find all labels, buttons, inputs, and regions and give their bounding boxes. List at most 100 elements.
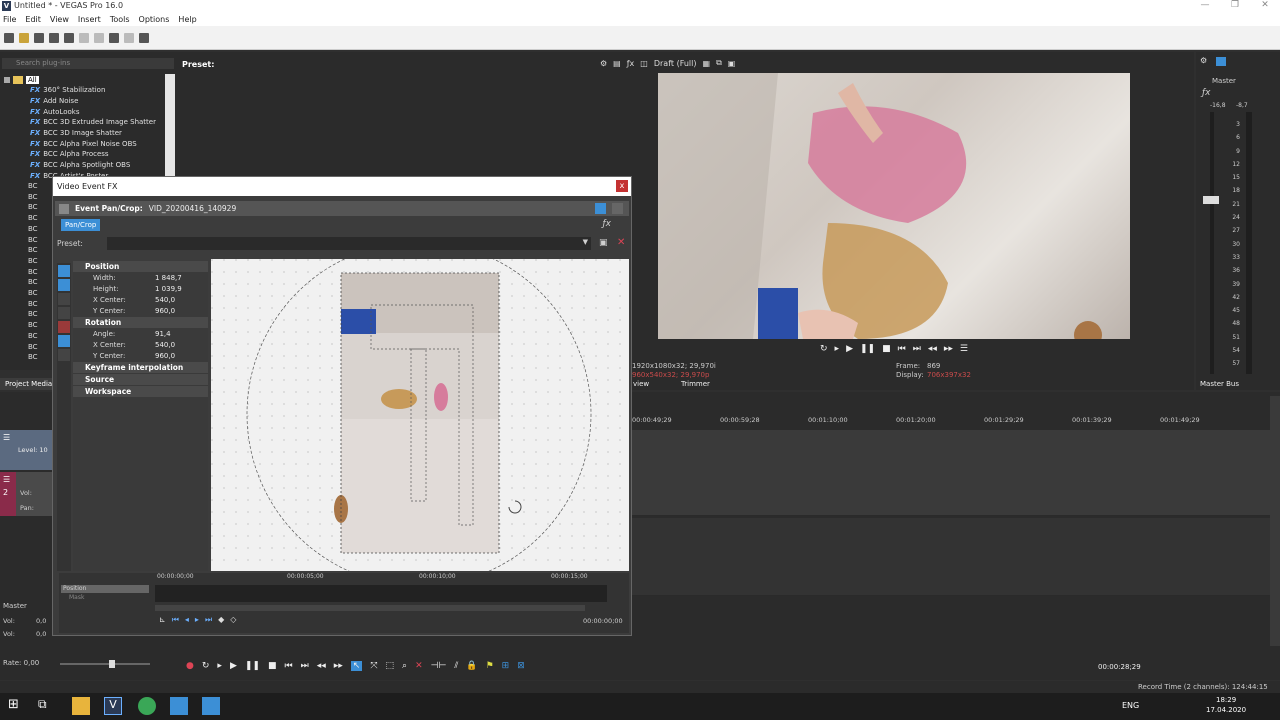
language-indicator[interactable]: ENG	[1122, 701, 1139, 710]
video-track-header[interactable]: Level: 10 ☰	[0, 430, 52, 470]
overlays-icon[interactable]: ▦	[703, 59, 711, 68]
redo-icon[interactable]	[124, 32, 134, 43]
prev-frame-icon[interactable]: ◂◂	[928, 344, 937, 354]
kf-hscrollbar[interactable]	[155, 605, 585, 611]
menu-help[interactable]: Help	[178, 15, 196, 24]
selection-tool-icon[interactable]: ⬚	[386, 661, 395, 671]
zoom-tool-icon[interactable]: ⌕	[402, 661, 407, 671]
grid-view-icon[interactable]	[612, 203, 623, 214]
go-start-icon[interactable]: ⏮	[898, 344, 906, 354]
stop-icon[interactable]: ■	[268, 661, 277, 671]
auto-ripple-icon[interactable]: ⊠	[517, 661, 525, 671]
menu-view[interactable]: View	[50, 15, 69, 24]
tab-project-media[interactable]: Project Media	[0, 378, 56, 390]
loop-icon[interactable]: ↻	[820, 344, 828, 354]
rate-slider[interactable]	[60, 663, 150, 665]
delete-icon[interactable]: ✕	[415, 661, 423, 671]
pancrop-workspace[interactable]	[211, 259, 629, 571]
go-start-icon[interactable]: ⏮	[284, 661, 292, 671]
copy-icon[interactable]	[94, 32, 104, 43]
menu-icon[interactable]: ☰	[960, 344, 968, 354]
app-icon-2[interactable]	[202, 697, 220, 715]
menu-options[interactable]: Options	[139, 15, 170, 24]
prop-row-width[interactable]: Width: 1 848,7	[73, 273, 208, 284]
go-end-icon[interactable]: ⏭	[301, 661, 309, 671]
close-button[interactable]: ✕	[1250, 0, 1280, 10]
next-keyframe-icon[interactable]: ▸	[195, 615, 199, 625]
minimize-button[interactable]: —	[1190, 0, 1220, 10]
save-snapshot-icon[interactable]: ▣	[728, 59, 736, 68]
master-fx-icon[interactable]: ƒx	[1202, 88, 1211, 98]
magnet-snap-icon[interactable]	[58, 307, 70, 319]
dialog-close-button[interactable]: x	[616, 180, 628, 192]
timeline-vscrollbar[interactable]	[1270, 396, 1280, 646]
add-fx-icon[interactable]: ƒx	[603, 219, 612, 229]
section-workspace[interactable]: Workspace	[73, 386, 208, 397]
sync-cursor-icon[interactable]: ⊾	[159, 615, 166, 625]
play-icon[interactable]: ▶	[846, 344, 853, 354]
delete-preset-icon[interactable]: ✕	[617, 237, 625, 248]
delete-keyframe-icon[interactable]: ◇	[230, 615, 236, 625]
master-props-icon[interactable]	[1216, 57, 1226, 66]
loop-playback-icon[interactable]: ↻	[202, 661, 210, 671]
prop-row-y-center[interactable]: Y Center: 960,0	[73, 306, 208, 317]
rate-slider-handle[interactable]	[109, 660, 115, 668]
maximize-button[interactable]: ❐	[1220, 0, 1250, 10]
go-end-icon[interactable]: ⏭	[913, 344, 921, 354]
audio-track-menu-icon[interactable]: ☰	[3, 475, 10, 484]
last-keyframe-icon[interactable]: ⏭	[205, 615, 212, 625]
audio-track-header[interactable]: 2 ☰ Vol: Pan:	[0, 472, 52, 516]
lock-icon[interactable]: 🔒	[466, 661, 477, 671]
kf-track-mask[interactable]: Mask	[61, 594, 149, 602]
chrome-icon[interactable]	[138, 697, 156, 715]
preview-settings-icon[interactable]: ⚙	[600, 59, 607, 68]
list-item[interactable]: FX BCC 3D Extruded Image Shatter	[0, 117, 170, 128]
save-preset-icon[interactable]: ▣	[599, 238, 608, 248]
tree-expand-icon[interactable]	[4, 76, 10, 83]
play-from-start-icon[interactable]: ▸	[217, 661, 222, 671]
tab-master-bus[interactable]: Master Bus	[1200, 380, 1239, 388]
keyframe-lanes[interactable]	[155, 585, 607, 602]
prev-frame-icon[interactable]: ◂◂	[317, 661, 326, 671]
kf-track-position[interactable]: Position	[61, 585, 149, 593]
task-view-icon[interactable]: ⧉	[38, 697, 56, 715]
save-as-icon[interactable]	[49, 32, 59, 43]
normal-edit-tool-icon[interactable]: ↖	[350, 661, 363, 671]
split-icon[interactable]: ⫽	[454, 661, 458, 671]
play-icon[interactable]: ▶	[230, 661, 237, 671]
vegas-taskbar-icon[interactable]: V	[104, 697, 122, 715]
lock-aspect-icon[interactable]	[58, 321, 70, 333]
preset-select[interactable]: ▼	[107, 237, 591, 250]
app-icon-1[interactable]	[170, 697, 188, 715]
list-item[interactable]: FX Add Noise	[0, 96, 170, 107]
pointer-icon[interactable]	[139, 32, 149, 43]
marker-icon[interactable]: ⚑	[486, 661, 494, 671]
trim-icon[interactable]: ⊣⊢	[431, 661, 447, 671]
plugin-tree-root[interactable]: All	[4, 74, 164, 85]
envelope-tool-icon[interactable]: ⤧	[370, 661, 377, 671]
file-explorer-icon[interactable]	[72, 697, 90, 715]
video-track-lane[interactable]	[632, 430, 1270, 516]
section-rotation[interactable]: Rotation	[73, 317, 208, 328]
fader-track[interactable]	[1210, 112, 1214, 374]
project-properties-icon[interactable]: ▤	[613, 59, 621, 68]
undo-icon[interactable]	[109, 32, 119, 43]
audio-track-lane[interactable]	[632, 518, 1270, 596]
track-menu-icon[interactable]: ☰	[3, 433, 10, 442]
record-icon[interactable]: ●	[186, 661, 194, 671]
list-item[interactable]: FX BCC 3D Image Shatter	[0, 128, 170, 139]
first-keyframe-icon[interactable]: ⏮	[172, 615, 179, 625]
prop-row-rot-x-center[interactable]: X Center: 540,0	[73, 340, 208, 351]
pointer-tool-icon[interactable]	[58, 279, 70, 291]
chain-tag-pan-crop[interactable]: Pan/Crop	[61, 219, 101, 231]
menu-edit[interactable]: Edit	[25, 15, 41, 24]
section-source[interactable]: Source	[73, 374, 208, 385]
copy-snapshot-icon[interactable]: ⧉	[716, 58, 722, 68]
tab-trimmer[interactable]: Trimmer	[681, 380, 710, 388]
play-from-start-icon[interactable]: ▸	[835, 344, 840, 354]
menu-insert[interactable]: Insert	[78, 15, 101, 24]
list-item[interactable]: FX AutoLooks	[0, 106, 170, 117]
zoom-tool-icon[interactable]	[58, 293, 70, 305]
move-free-icon[interactable]	[58, 349, 70, 361]
next-frame-icon[interactable]: ▸▸	[944, 344, 953, 354]
